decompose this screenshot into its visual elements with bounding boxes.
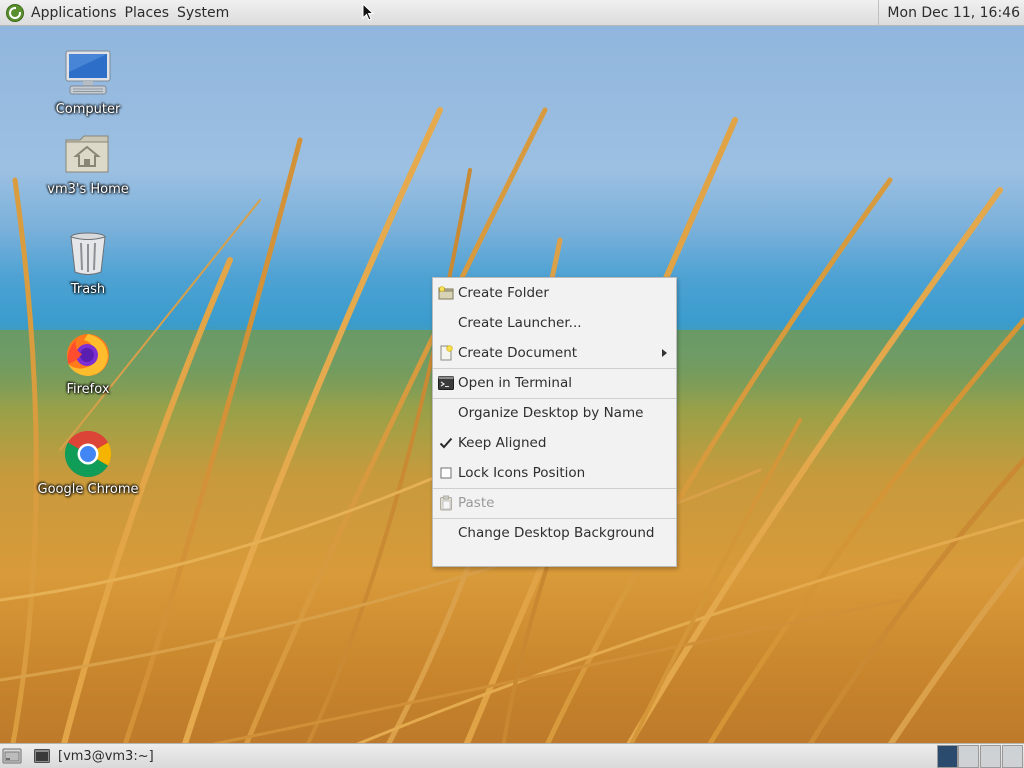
terminal-icon (34, 749, 50, 763)
computer-icon (65, 50, 111, 95)
taskbar-terminal-window[interactable]: [vm3@vm3:~] (34, 746, 154, 766)
menu-item-label: Open in Terminal (458, 375, 572, 391)
menu-item-label: Create Launcher... (458, 315, 582, 331)
system-menu[interactable]: System (177, 5, 229, 21)
top-panel: Applications Places System Mon Dec 11, 1… (0, 0, 1024, 26)
desktop-icon-trash[interactable]: Trash (33, 228, 143, 297)
desktop-icon-firefox[interactable]: Firefox (33, 328, 143, 397)
menu-item-create-document[interactable]: Create Document (433, 338, 676, 368)
bottom-panel: [vm3@vm3:~] (0, 743, 1024, 768)
desktop-icon-chrome[interactable]: Google Chrome (33, 428, 143, 497)
workspace-3[interactable] (980, 745, 1001, 768)
menu-item-label: Organize Desktop by Name (458, 405, 644, 421)
folder-new-icon (438, 286, 454, 300)
applications-menu[interactable]: Applications (31, 5, 117, 21)
mouse-cursor-icon (362, 3, 374, 21)
trash-icon (70, 232, 106, 275)
menu-item-change-background[interactable]: Change Desktop Background (433, 518, 676, 548)
desktop-icon-label: Trash (70, 282, 106, 297)
paste-icon (440, 495, 452, 511)
desktop-icon-computer[interactable]: Computer (33, 48, 143, 117)
chrome-icon (64, 430, 112, 478)
workspace-1[interactable] (937, 745, 958, 768)
desktop-icon-label: Computer (55, 102, 121, 117)
menu-item-open-terminal[interactable]: Open in Terminal (433, 368, 676, 398)
desktop-icon-label: Google Chrome (37, 482, 139, 497)
workspace-4[interactable] (1002, 745, 1023, 768)
taskbar-item-label: [vm3@vm3:~] (58, 748, 154, 764)
terminal-icon (438, 376, 454, 390)
document-new-icon (440, 345, 453, 361)
firefox-icon (67, 334, 109, 376)
home-folder-icon (65, 135, 109, 173)
menu-item-label: Paste (458, 495, 495, 511)
desktop-icon-label: vm3's Home (47, 182, 129, 197)
menu-item-organize-by-name[interactable]: Organize Desktop by Name (433, 398, 676, 428)
menu-item-keep-aligned[interactable]: Keep Aligned (433, 428, 676, 458)
submenu-arrow-icon (662, 349, 667, 357)
checkmark-icon (439, 437, 453, 449)
menu-item-create-launcher[interactable]: Create Launcher... (433, 308, 676, 338)
checkbox-unchecked-icon (440, 467, 452, 479)
menu-item-lock-icons[interactable]: Lock Icons Position (433, 458, 676, 488)
menu-item-label: Create Folder (458, 285, 549, 301)
menu-item-label: Lock Icons Position (458, 465, 586, 481)
show-desktop-icon[interactable] (2, 748, 22, 764)
desktop-icon-home[interactable]: vm3's Home (33, 128, 143, 197)
menu-item-label: Create Document (458, 345, 578, 361)
menu-item-paste: Paste (433, 488, 676, 518)
clock[interactable]: Mon Dec 11, 16:46 (878, 0, 1024, 26)
menu-item-label: Change Desktop Background (458, 525, 655, 541)
menu-item-label: Keep Aligned (458, 435, 547, 451)
workspace-2[interactable] (958, 745, 979, 768)
distro-logo-icon[interactable] (5, 3, 25, 23)
desktop-icon-label: Firefox (66, 382, 110, 397)
desktop-context-menu: Create Folder Create Launcher... Create … (432, 277, 677, 567)
menu-item-create-folder[interactable]: Create Folder (433, 278, 676, 308)
places-menu[interactable]: Places (125, 5, 170, 21)
